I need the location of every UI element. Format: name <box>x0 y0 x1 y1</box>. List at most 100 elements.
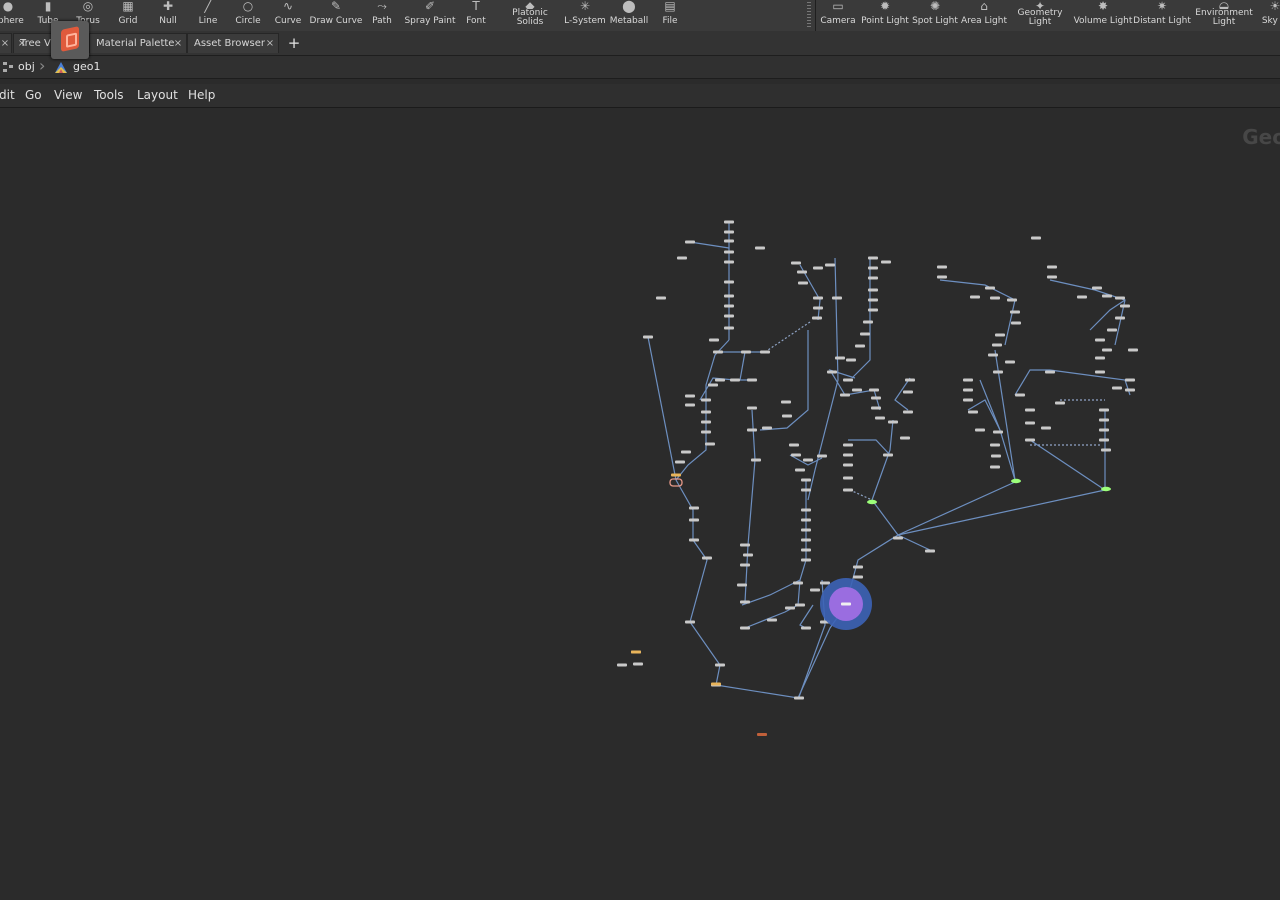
graph-node[interactable] <box>963 378 973 382</box>
graph-node[interactable] <box>801 558 811 562</box>
graph-node[interactable] <box>671 473 681 477</box>
graph-node[interactable] <box>740 543 750 547</box>
graph-node[interactable] <box>656 296 666 300</box>
graph-node[interactable] <box>1125 378 1135 382</box>
graph-node[interactable] <box>817 454 827 458</box>
graph-node[interactable] <box>1007 298 1017 302</box>
graph-node[interactable] <box>709 338 719 342</box>
breadcrumb-obj[interactable]: obj <box>18 56 35 78</box>
graph-node[interactable] <box>801 548 811 552</box>
graph-node[interactable] <box>1092 286 1102 290</box>
graph-node[interactable] <box>715 378 725 382</box>
graph-node[interactable] <box>724 314 734 318</box>
graph-node[interactable] <box>827 370 837 374</box>
graph-node[interactable] <box>1025 438 1035 442</box>
graph-node[interactable] <box>1120 304 1130 308</box>
graph-node[interactable] <box>801 488 811 492</box>
graph-node[interactable] <box>801 528 811 532</box>
graph-node[interactable] <box>843 378 853 382</box>
graph-node[interactable] <box>751 458 761 462</box>
output-node[interactable] <box>757 733 767 736</box>
graph-node[interactable] <box>881 260 891 264</box>
graph-node[interactable] <box>1095 370 1105 374</box>
graph-node[interactable] <box>803 458 813 462</box>
shelf-tool-volume-light[interactable]: ✸ Volume Light <box>1073 0 1133 31</box>
graph-node[interactable] <box>853 565 863 569</box>
graph-node[interactable] <box>863 320 873 324</box>
graph-node[interactable] <box>743 553 753 557</box>
graph-node[interactable] <box>888 420 898 424</box>
graph-node[interactable] <box>992 343 1002 347</box>
graph-node[interactable] <box>724 304 734 308</box>
graph-node[interactable] <box>801 538 811 542</box>
graph-node[interactable] <box>993 430 1003 434</box>
graph-node[interactable] <box>715 663 725 667</box>
graph-node[interactable] <box>791 453 801 457</box>
graph-node[interactable] <box>810 588 820 592</box>
graph-node[interactable] <box>685 394 695 398</box>
graph-node[interactable] <box>846 358 856 362</box>
graph-node[interactable] <box>1099 408 1109 412</box>
graph-node[interactable] <box>843 488 853 492</box>
graph-node[interactable] <box>970 295 980 299</box>
close-icon[interactable]: × <box>170 34 186 54</box>
graph-node[interactable] <box>755 246 765 250</box>
graph-node[interactable] <box>643 335 653 339</box>
graph-node[interactable] <box>852 388 862 392</box>
graph-node[interactable] <box>747 428 757 432</box>
close-icon[interactable]: × <box>262 34 278 54</box>
graph-node[interactable] <box>988 353 998 357</box>
graph-node[interactable] <box>782 414 792 418</box>
graph-node[interactable] <box>681 450 691 454</box>
graph-node[interactable] <box>781 400 791 404</box>
graph-node[interactable] <box>813 266 823 270</box>
graph-node[interactable] <box>883 453 893 457</box>
graph-node[interactable] <box>747 406 757 410</box>
shelf-tool-font[interactable]: T Font <box>446 0 506 31</box>
tab-material-palette[interactable]: Material Palette × <box>89 33 187 53</box>
graph-node[interactable] <box>963 398 973 402</box>
graph-node[interactable] <box>843 476 853 480</box>
graph-node[interactable] <box>795 468 805 472</box>
graph-node[interactable] <box>724 220 734 224</box>
graph-node[interactable] <box>793 581 803 585</box>
shelf-tool-sky-li[interactable]: ☀ Sky Li <box>1245 0 1280 31</box>
graph-node[interactable] <box>871 396 881 400</box>
graph-node[interactable] <box>797 270 807 274</box>
display-flag-node[interactable] <box>1101 486 1111 492</box>
graph-node[interactable] <box>990 443 1000 447</box>
graph-node[interactable] <box>995 333 1005 337</box>
shelf-tool-geometry-light[interactable]: ✦ Geometry Light <box>1010 0 1070 31</box>
graph-node[interactable] <box>868 288 878 292</box>
graph-node[interactable] <box>633 662 643 666</box>
graph-node[interactable] <box>903 410 913 414</box>
graph-node[interactable] <box>975 428 985 432</box>
graph-node[interactable] <box>801 478 811 482</box>
graph-node[interactable] <box>724 326 734 330</box>
graph-node[interactable] <box>937 265 947 269</box>
graph-node[interactable] <box>675 460 685 464</box>
graph-node[interactable] <box>740 626 750 630</box>
graph-node[interactable] <box>685 403 695 407</box>
graph-node[interactable] <box>631 650 641 654</box>
graph-node[interactable] <box>713 350 723 354</box>
menu-tools[interactable]: Tools <box>94 84 124 107</box>
graph-node[interactable] <box>843 443 853 447</box>
graph-node[interactable] <box>925 549 935 553</box>
graph-node[interactable] <box>812 316 822 320</box>
graph-node[interactable] <box>868 276 878 280</box>
graph-node[interactable] <box>740 600 750 604</box>
graph-node[interactable] <box>711 682 721 686</box>
graph-node[interactable] <box>869 388 879 392</box>
graph-node[interactable] <box>860 332 870 336</box>
graph-node[interactable] <box>702 556 712 560</box>
graph-node[interactable] <box>835 356 845 360</box>
graph-node[interactable] <box>1077 295 1087 299</box>
graph-node[interactable] <box>617 663 627 667</box>
graph-node[interactable] <box>708 383 718 387</box>
graph-node[interactable] <box>1031 236 1041 240</box>
graph-node[interactable] <box>868 256 878 260</box>
graph-node[interactable] <box>900 436 910 440</box>
graph-node[interactable] <box>871 406 881 410</box>
graph-node[interactable] <box>868 298 878 302</box>
